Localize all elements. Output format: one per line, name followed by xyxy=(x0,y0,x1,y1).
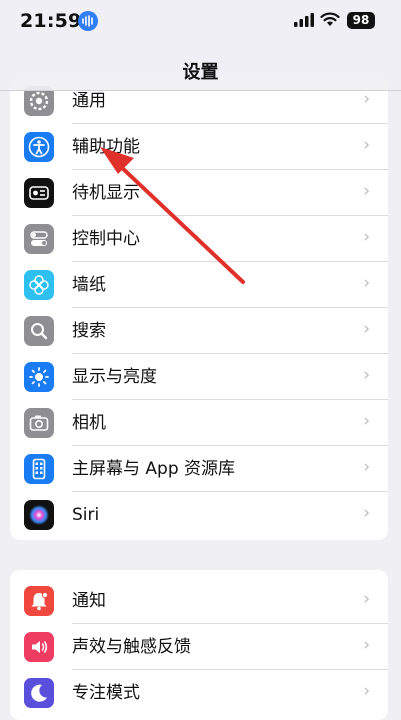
chevron-right-icon: › xyxy=(363,89,370,109)
chevron-right-icon: › xyxy=(363,589,370,609)
settings-row-label: 通知 xyxy=(72,591,106,611)
bell-icon xyxy=(24,586,54,616)
settings-row-focus[interactable]: 专注模式 › xyxy=(10,670,388,716)
toggles-icon xyxy=(24,224,54,254)
settings-row-camera[interactable]: 相机 › xyxy=(10,400,388,446)
settings-row-label: 相机 xyxy=(72,413,106,433)
chevron-right-icon: › xyxy=(363,365,370,385)
nav-divider xyxy=(0,90,401,91)
settings-group-general: 通用 › 辅助功能 › 待机显示 › 控制中心 › 墙纸 › 搜索 › 显示与亮… xyxy=(10,78,388,540)
chevron-right-icon: › xyxy=(363,181,370,201)
cellular-signal-icon xyxy=(294,13,314,27)
voice-wave-icon xyxy=(78,11,98,31)
settings-row-wallpaper[interactable]: 墙纸 › xyxy=(10,262,388,308)
settings-row-notifications[interactable]: 通知 › xyxy=(10,578,388,624)
settings-row-label: 待机显示 xyxy=(72,183,140,203)
standby-icon xyxy=(24,178,54,208)
status-bar-overlay: 21:59 98 xyxy=(0,0,401,44)
home-screen-icon xyxy=(24,454,54,484)
chevron-right-icon: › xyxy=(363,635,370,655)
settings-row-label: 显示与亮度 xyxy=(72,367,157,387)
accessibility-icon xyxy=(24,132,54,162)
camera-icon xyxy=(24,408,54,438)
page-title: 设置 xyxy=(182,62,219,83)
wifi-icon xyxy=(320,12,340,26)
settings-row-label: 主屏幕与 App 资源库 xyxy=(72,459,236,479)
settings-row-label: 搜索 xyxy=(72,321,106,341)
settings-row-accessibility[interactable]: 辅助功能 › xyxy=(10,124,388,170)
siri-icon xyxy=(24,500,54,530)
speaker-icon xyxy=(24,632,54,662)
settings-row-label: 控制中心 xyxy=(72,229,140,249)
chevron-right-icon: › xyxy=(363,135,370,155)
search-icon xyxy=(24,316,54,346)
settings-row-search[interactable]: 搜索 › xyxy=(10,308,388,354)
settings-row-label: 专注模式 xyxy=(72,683,140,703)
settings-row-label: 通用 xyxy=(72,91,106,111)
chevron-right-icon: › xyxy=(363,681,370,701)
chevron-right-icon: › xyxy=(363,319,370,339)
settings-group-notifications: 通知 › 声效与触感反馈 › 专注模式 › xyxy=(10,570,388,720)
settings-row-home-screen[interactable]: 主屏幕与 App 资源库 › xyxy=(10,446,388,492)
chevron-right-icon: › xyxy=(363,273,370,293)
chevron-right-icon: › xyxy=(363,457,370,477)
sun-icon xyxy=(24,362,54,392)
moon-icon xyxy=(24,678,54,708)
chevron-right-icon: › xyxy=(363,503,370,523)
status-time: 21:59 xyxy=(20,10,82,32)
chevron-right-icon: › xyxy=(363,411,370,431)
settings-row-label: Siri xyxy=(72,505,100,525)
settings-row-siri[interactable]: Siri › xyxy=(10,492,388,538)
settings-row-display-brightness[interactable]: 显示与亮度 › xyxy=(10,354,388,400)
settings-row-control-center[interactable]: 控制中心 › xyxy=(10,216,388,262)
settings-row-standby[interactable]: 待机显示 › xyxy=(10,170,388,216)
settings-row-sounds-haptics[interactable]: 声效与触感反馈 › xyxy=(10,624,388,670)
settings-row-label: 声效与触感反馈 xyxy=(72,637,191,657)
settings-row-label: 墙纸 xyxy=(72,275,106,295)
settings-row-label: 辅助功能 xyxy=(72,137,140,157)
flower-icon xyxy=(24,270,54,300)
chevron-right-icon: › xyxy=(363,227,370,247)
battery-indicator: 98 xyxy=(347,12,375,29)
